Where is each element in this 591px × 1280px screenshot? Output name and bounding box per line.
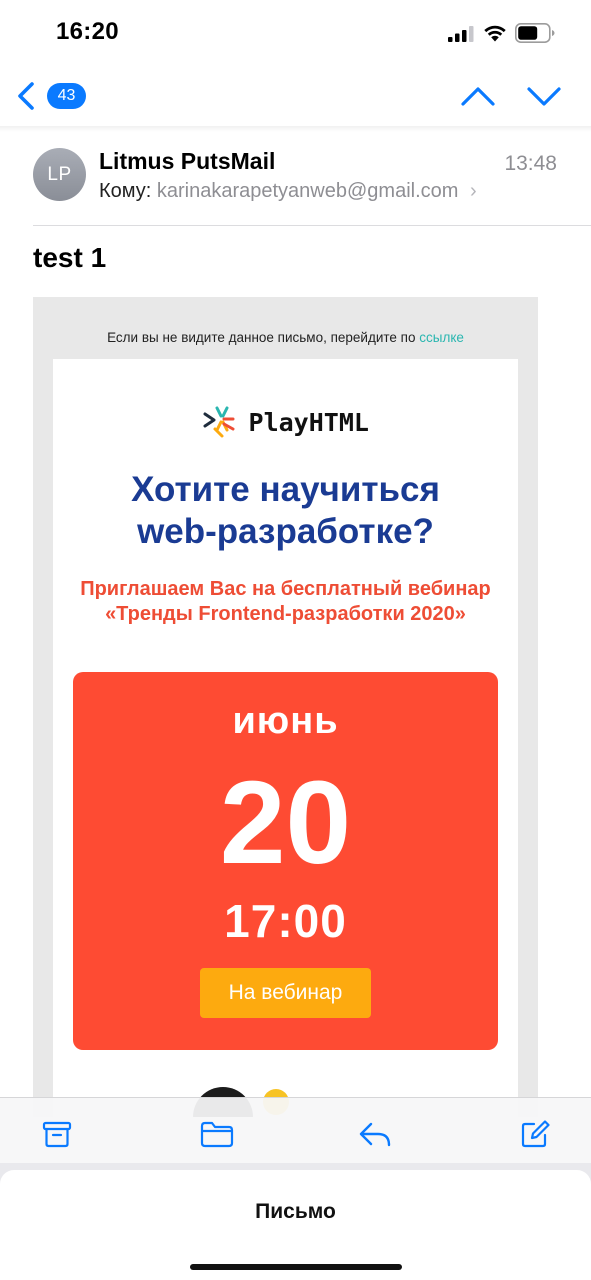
wifi-icon (484, 25, 506, 42)
event-day: 20 (219, 757, 352, 889)
event-month: июнь (232, 700, 339, 742)
logo-text: PlayHTML (248, 407, 369, 437)
view-online-link[interactable]: ссылке (419, 330, 464, 345)
archive-icon[interactable] (42, 1120, 72, 1148)
mail-nav-bar: 43 (0, 66, 591, 126)
details-chevron-icon[interactable]: › (470, 180, 477, 202)
email-subject: test 1 (33, 242, 107, 273)
preheader-text: Если вы не видите данное письмо, перейди… (107, 330, 420, 345)
next-message-icon[interactable] (525, 80, 563, 112)
mail-toolbar (0, 1097, 591, 1167)
nav-shadow (0, 126, 591, 132)
previous-message-icon[interactable] (459, 80, 497, 112)
bottom-sheet: Письмо (0, 1163, 591, 1280)
event-time: 17:00 (224, 895, 347, 947)
folder-icon[interactable] (200, 1120, 234, 1148)
preheader: Если вы не видите данное письмо, перейди… (33, 330, 538, 345)
reply-icon[interactable] (358, 1120, 392, 1148)
status-bar: 16:20 (0, 0, 591, 66)
received-time: 13:48 (504, 152, 557, 175)
register-webinar-button[interactable]: На вебинар (200, 968, 371, 1018)
playhtml-logo-icon (203, 406, 235, 438)
cellular-signal-icon (448, 26, 474, 42)
promo-subhead: Приглашаем Вас на бесплатный вебинар «Тр… (80, 578, 491, 625)
brand-logo[interactable]: PlayHTML (53, 405, 518, 445)
status-time: 16:20 (56, 18, 119, 45)
compose-icon[interactable] (520, 1120, 550, 1148)
battery-icon (515, 23, 555, 43)
home-indicator[interactable] (190, 1264, 402, 1270)
headline-line-1: Хотите научиться (131, 470, 440, 509)
sheet-title[interactable]: Письмо (0, 1200, 591, 1224)
unread-count-badge[interactable]: 43 (47, 83, 86, 109)
headline-line-2: web-разработке? (137, 512, 434, 551)
email-card: PlayHTML Хотите научиться web-разработке… (53, 359, 518, 1117)
email-body: Если вы не видите данное письмо, перейди… (33, 297, 538, 1117)
event-card: июнь 20 17:00 На вебинар (73, 672, 498, 1050)
sender-avatar[interactable]: LP (33, 148, 86, 201)
header-divider (33, 225, 591, 226)
sender-name[interactable]: Litmus PutsMail (99, 148, 275, 175)
recipient-address[interactable]: karinakarapetyanweb@gmail.com (157, 180, 459, 202)
to-label: Кому: (99, 180, 152, 202)
recipient-row[interactable]: Кому: karinakarapetyanweb@gmail.com › (99, 180, 477, 203)
back-chevron-icon[interactable] (14, 80, 38, 112)
promo-headline: Хотите научиться web-разработке? (53, 469, 518, 553)
